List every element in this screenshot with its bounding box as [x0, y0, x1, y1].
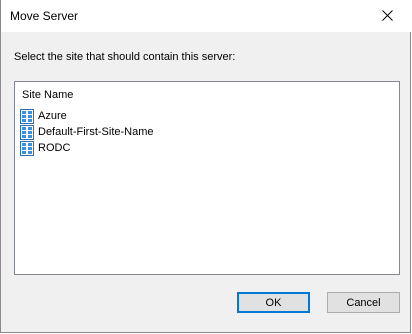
instruction-label: Select the site that should contain this… — [14, 51, 236, 63]
list-item[interactable]: Azure — [20, 108, 154, 124]
site-list[interactable]: Site Name Azure Default-First-Site-Name … — [14, 81, 400, 275]
title-bar[interactable]: Move Server — [1, 0, 411, 32]
ok-button[interactable]: OK — [237, 292, 310, 313]
cancel-button[interactable]: Cancel — [327, 292, 400, 313]
close-icon — [382, 10, 393, 21]
list-item-label: Default-First-Site-Name — [38, 126, 154, 138]
move-server-dialog: Move Server Select the site that should … — [0, 0, 411, 333]
list-item[interactable]: RODC — [20, 140, 154, 156]
site-icon — [20, 140, 34, 156]
site-icon — [20, 108, 34, 124]
dialog-title: Move Server — [10, 9, 79, 23]
list-item-label: RODC — [38, 142, 71, 154]
site-icon — [20, 124, 34, 140]
column-header-site-name[interactable]: Site Name — [22, 89, 73, 101]
close-button[interactable] — [365, 0, 411, 31]
list-item[interactable]: Default-First-Site-Name — [20, 124, 154, 140]
list-item-label: Azure — [38, 110, 67, 122]
site-list-items: Azure Default-First-Site-Name RODC — [20, 108, 154, 156]
